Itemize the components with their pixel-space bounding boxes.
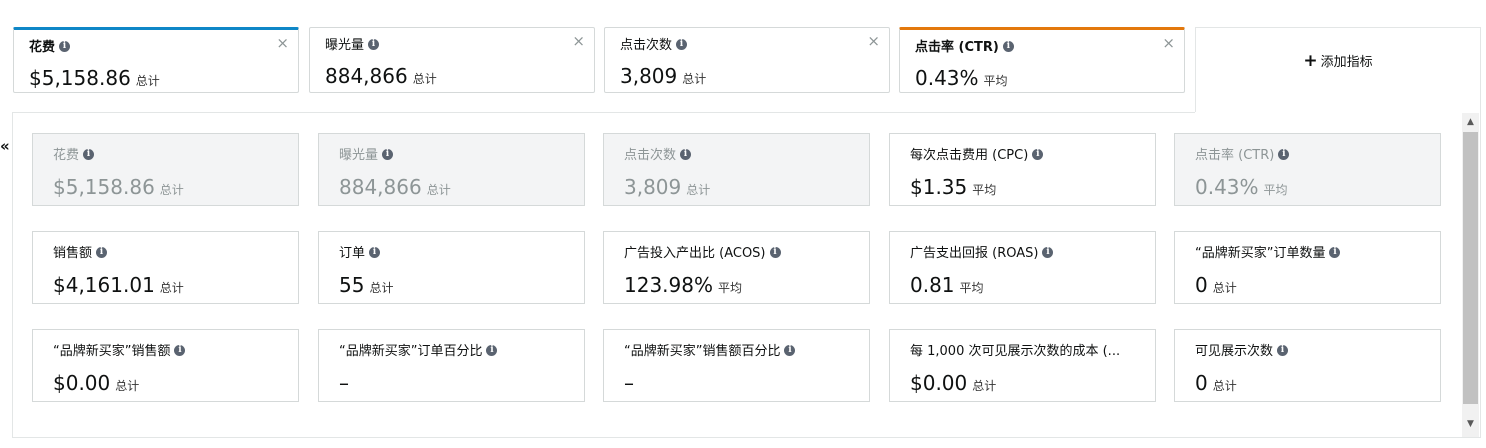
- plus-icon: +: [1303, 51, 1318, 71]
- metric-label: 点击次数 i: [624, 144, 692, 163]
- close-icon[interactable]: ×: [572, 34, 585, 49]
- metric-label: “品牌新买家”销售额百分比 i: [624, 340, 796, 359]
- metric-card-vcpm[interactable]: 每 1,000 次可见展示次数的成本 (... $0.00 总计: [889, 329, 1156, 402]
- tab-spend[interactable]: 花费 i × $5,158.86 总计: [13, 27, 299, 93]
- add-metric-label: + 添加指标: [1303, 51, 1373, 71]
- metric-label: 广告支出回报 (ROAS) i: [910, 242, 1054, 261]
- metric-label: “品牌新买家”销售额 i: [53, 340, 186, 359]
- info-icon[interactable]: i: [1329, 247, 1341, 258]
- tab-value: 3,809 总计: [620, 64, 707, 88]
- info-icon[interactable]: i: [174, 345, 186, 356]
- metric-value: 3,809 总计: [624, 175, 711, 199]
- metric-label: 每次点击费用 (CPC) i: [910, 144, 1044, 163]
- metric-label: 点击率 (CTR) i: [1195, 144, 1290, 163]
- metric-value: 0 总计: [1195, 273, 1237, 297]
- metric-card-ntb-order-pct[interactable]: “品牌新买家”订单百分比 i –: [318, 329, 585, 402]
- tab-label: 花费 i: [29, 36, 71, 55]
- info-icon[interactable]: i: [1278, 149, 1290, 160]
- metric-card-spend: 花费 i $5,158.86 总计: [32, 133, 299, 206]
- metric-card-roas[interactable]: 广告支出回报 (ROAS) i 0.81 平均: [889, 231, 1156, 304]
- info-icon[interactable]: i: [676, 39, 688, 50]
- metric-value: $5,158.86 总计: [53, 175, 184, 199]
- close-icon[interactable]: ×: [1162, 36, 1175, 51]
- close-icon[interactable]: ×: [867, 34, 880, 49]
- metric-value: $4,161.01 总计: [53, 273, 184, 297]
- metric-label: “品牌新买家”订单百分比 i: [339, 340, 498, 359]
- metric-card-clicks: 点击次数 i 3,809 总计: [603, 133, 870, 206]
- info-icon[interactable]: i: [1002, 41, 1014, 52]
- metric-label: 销售额 i: [53, 242, 108, 261]
- metric-card-ctr: 点击率 (CTR) i 0.43% 平均: [1174, 133, 1441, 206]
- metric-card-ntb-orders[interactable]: “品牌新买家”订单数量 i 0 总计: [1174, 231, 1441, 304]
- info-icon[interactable]: i: [784, 345, 796, 356]
- tab-clicks[interactable]: 点击次数 i × 3,809 总计: [604, 27, 890, 93]
- metric-card-cpc[interactable]: 每次点击费用 (CPC) i $1.35 平均: [889, 133, 1156, 206]
- metric-value: $1.35 平均: [910, 175, 997, 199]
- metric-label: 广告投入产出比 (ACOS) i: [624, 242, 781, 261]
- metric-card-acos[interactable]: 广告投入产出比 (ACOS) i 123.98% 平均: [603, 231, 870, 304]
- metric-value: 55 总计: [339, 273, 394, 297]
- tab-value: 0.43% 平均: [915, 66, 1008, 90]
- metric-card-orders[interactable]: 订单 i 55 总计: [318, 231, 585, 304]
- tab-value: $5,158.86 总计: [29, 66, 160, 90]
- metric-label: “品牌新买家”订单数量 i: [1195, 242, 1341, 261]
- tab-impressions[interactable]: 曝光量 i × 884,866 总计: [309, 27, 595, 93]
- panel-divider: [12, 112, 1195, 113]
- info-icon[interactable]: i: [1032, 149, 1044, 160]
- info-icon[interactable]: i: [1277, 345, 1289, 356]
- metric-value: –: [339, 371, 349, 395]
- add-metric-button[interactable]: + 添加指标: [1195, 27, 1481, 112]
- metric-card-ntb-sales[interactable]: “品牌新买家”销售额 i $0.00 总计: [32, 329, 299, 402]
- tab-ctr[interactable]: 点击率 (CTR) i × 0.43% 平均: [899, 27, 1185, 93]
- info-icon[interactable]: i: [369, 247, 381, 258]
- metric-value: 0.81 平均: [910, 273, 984, 297]
- info-icon[interactable]: i: [83, 149, 95, 160]
- scroll-up-icon[interactable]: ▲: [1462, 114, 1479, 131]
- metric-card-sales[interactable]: 销售额 i $4,161.01 总计: [32, 231, 299, 304]
- info-icon[interactable]: i: [382, 149, 394, 160]
- scroll-down-icon[interactable]: ▼: [1462, 416, 1479, 433]
- metric-label: 每 1,000 次可见展示次数的成本 (...: [910, 344, 1121, 359]
- metric-value: 0.43% 平均: [1195, 175, 1288, 199]
- metric-label: 可见展示次数 i: [1195, 340, 1289, 359]
- tab-label: 点击率 (CTR) i: [915, 36, 1014, 55]
- tab-label: 曝光量 i: [325, 34, 380, 53]
- metric-label: 花费 i: [53, 144, 95, 163]
- metric-value: –: [624, 371, 634, 395]
- metric-value: 0 总计: [1195, 371, 1237, 395]
- info-icon[interactable]: i: [96, 247, 108, 258]
- info-icon[interactable]: i: [486, 345, 498, 356]
- metric-value: $0.00 总计: [910, 371, 997, 395]
- metric-value: 884,866 总计: [339, 175, 451, 199]
- info-icon[interactable]: i: [368, 39, 380, 50]
- metric-card-impressions: 曝光量 i 884,866 总计: [318, 133, 585, 206]
- metric-card-viewable-impressions[interactable]: 可见展示次数 i 0 总计: [1174, 329, 1441, 402]
- info-icon[interactable]: i: [680, 149, 692, 160]
- collapse-icon[interactable]: «: [0, 137, 10, 155]
- tab-value: 884,866 总计: [325, 64, 437, 88]
- metric-card-ntb-sales-pct[interactable]: “品牌新买家”销售额百分比 i –: [603, 329, 870, 402]
- metric-value: $0.00 总计: [53, 371, 140, 395]
- info-icon[interactable]: i: [59, 41, 71, 52]
- metric-label: 订单 i: [339, 242, 381, 261]
- info-icon[interactable]: i: [769, 247, 781, 258]
- metric-value: 123.98% 平均: [624, 273, 742, 297]
- metric-label: 曝光量 i: [339, 144, 394, 163]
- scrollbar-thumb[interactable]: [1463, 132, 1478, 404]
- close-icon[interactable]: ×: [276, 36, 289, 51]
- tab-label: 点击次数 i: [620, 34, 688, 53]
- info-icon[interactable]: i: [1042, 247, 1054, 258]
